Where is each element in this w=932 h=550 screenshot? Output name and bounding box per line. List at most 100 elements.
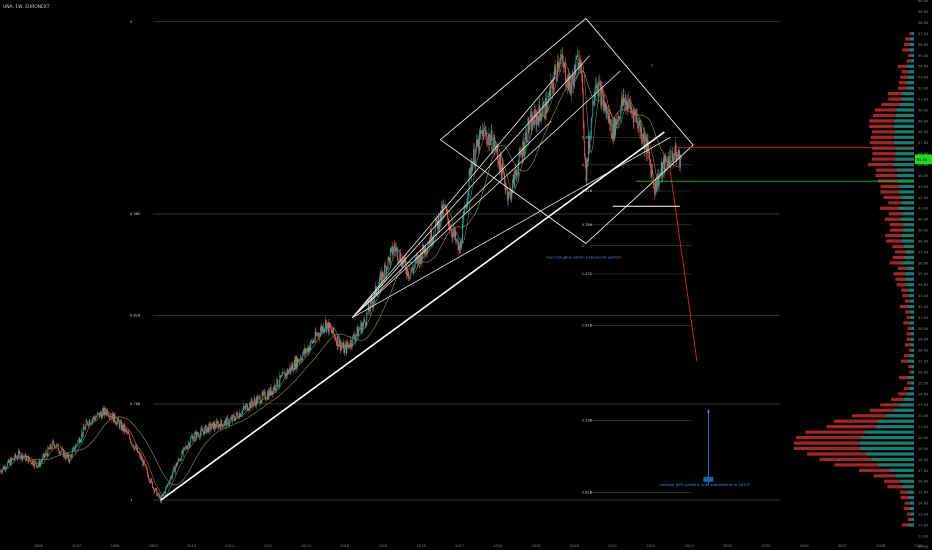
candle-body xyxy=(206,428,208,434)
volume-profile-bar-up xyxy=(869,124,894,128)
candle-body xyxy=(653,182,655,186)
volume-profile-bar-down xyxy=(901,233,914,238)
volume-profile-bar-down xyxy=(894,408,914,412)
candle-body xyxy=(507,197,509,200)
annotation-text: Sum trough/s within a Diamond pattern xyxy=(546,255,622,260)
candle-body xyxy=(190,437,192,443)
volume-profile-bar-down xyxy=(910,512,914,516)
candle-body xyxy=(313,340,315,342)
volume-profile-bar-down xyxy=(906,283,914,287)
candle-body xyxy=(236,412,238,415)
candle-body xyxy=(148,477,150,480)
volume-profile-bar-down xyxy=(902,212,914,216)
y-tick-label: 15.00 xyxy=(918,491,929,495)
volume-profile-bar-up xyxy=(906,337,911,341)
volume-profile-bar-up xyxy=(895,250,906,254)
volume-profile-bar-down xyxy=(896,168,914,172)
y-tick-label: 40.00 xyxy=(918,218,929,222)
y-tick-label: 10.00 xyxy=(918,545,929,549)
candle-body xyxy=(484,128,485,130)
candle-body xyxy=(134,447,136,450)
fib-label: 0.382 xyxy=(130,212,140,216)
y-tick-label: 36.00 xyxy=(918,261,929,265)
volume-profile-bar-up xyxy=(871,130,895,134)
candle-body xyxy=(524,138,526,150)
volume-profile-bar-up xyxy=(904,501,910,505)
candle-body xyxy=(30,460,32,464)
y-tick-label: 29.00 xyxy=(918,338,929,342)
volume-profile-bar-up xyxy=(858,468,890,472)
volume-profile-bar-down xyxy=(910,337,914,341)
candle-body xyxy=(318,333,320,336)
volume-profile-bar-up xyxy=(834,419,879,423)
candle-body xyxy=(226,417,228,427)
candle-body xyxy=(330,327,332,332)
candle-body xyxy=(237,414,239,418)
candle-body xyxy=(450,229,452,234)
candle-body xyxy=(101,411,103,419)
fib-label: 0.618 xyxy=(130,314,141,318)
y-tick-label: 34.00 xyxy=(918,283,929,287)
candle-body xyxy=(145,464,147,468)
candle-body xyxy=(467,191,469,200)
y-tick-label: 47.00 xyxy=(918,141,929,145)
y-tick-label: 32.00 xyxy=(918,305,929,309)
volume-profile-bar-up xyxy=(899,490,908,494)
volume-profile-bar-down xyxy=(859,441,914,445)
volume-profile-bar-down xyxy=(878,419,914,423)
candle-body xyxy=(274,385,276,390)
candle-body xyxy=(452,232,454,238)
candle-body xyxy=(202,429,203,432)
candle-body xyxy=(84,425,86,430)
volume-profile-bar-down xyxy=(894,141,914,145)
y-tick-label: 28.00 xyxy=(918,349,929,353)
volume-profile-bar-down xyxy=(909,354,914,358)
candle-body xyxy=(582,74,583,92)
candle-body xyxy=(227,417,228,419)
candle-body xyxy=(421,256,423,263)
candle-body xyxy=(505,187,507,190)
candle-body xyxy=(555,68,557,76)
candle-body xyxy=(157,493,159,497)
volume-profile-bar-up xyxy=(872,152,896,156)
volume-profile-bar-down xyxy=(878,463,914,467)
volume-profile-bar-up xyxy=(895,277,906,281)
candle-body xyxy=(564,64,566,65)
volume-profile-bar-down xyxy=(911,370,914,374)
y-tick-label: 19.00 xyxy=(918,447,929,451)
candle-body xyxy=(582,91,584,124)
candle-body xyxy=(358,329,360,330)
price-chart[interactable]: 00.3820.6180.78610.3820.50.6180.78611.27… xyxy=(0,0,932,550)
volume-profile-bar-up xyxy=(902,48,909,52)
volume-profile-bar-down xyxy=(910,315,914,320)
volume-profile-bar-up xyxy=(886,239,902,243)
candle-body xyxy=(593,98,595,105)
candle-body xyxy=(361,325,363,333)
y-tick-label: 27.00 xyxy=(918,360,929,364)
candle-body xyxy=(79,441,81,443)
candle-body xyxy=(605,103,607,115)
candle-body xyxy=(137,447,139,453)
y-tick-label: 31.00 xyxy=(918,316,929,320)
candle-body xyxy=(222,425,224,428)
volume-profile-bar-down xyxy=(896,108,914,112)
candle-body xyxy=(467,199,469,203)
candle-body xyxy=(586,159,588,182)
volume-profile-bar-up xyxy=(888,201,903,205)
candle-body xyxy=(240,414,242,417)
volume-profile-bar-up xyxy=(873,113,896,118)
volume-profile-bar-down xyxy=(898,206,914,210)
candle-body xyxy=(77,440,79,445)
volume-profile-bar-up xyxy=(826,425,875,429)
volume-profile-bar-down xyxy=(886,414,914,418)
candle-body xyxy=(245,405,247,409)
candle-body xyxy=(562,54,564,62)
volume-profile-bar-down xyxy=(901,239,914,243)
candle-body xyxy=(58,450,60,453)
candle-body xyxy=(169,479,171,484)
candle-body xyxy=(431,241,433,244)
volume-profile-bar-up xyxy=(889,261,904,265)
candle-body xyxy=(334,335,336,340)
candle-body xyxy=(534,109,536,113)
volume-profile-bar-down xyxy=(910,381,914,385)
